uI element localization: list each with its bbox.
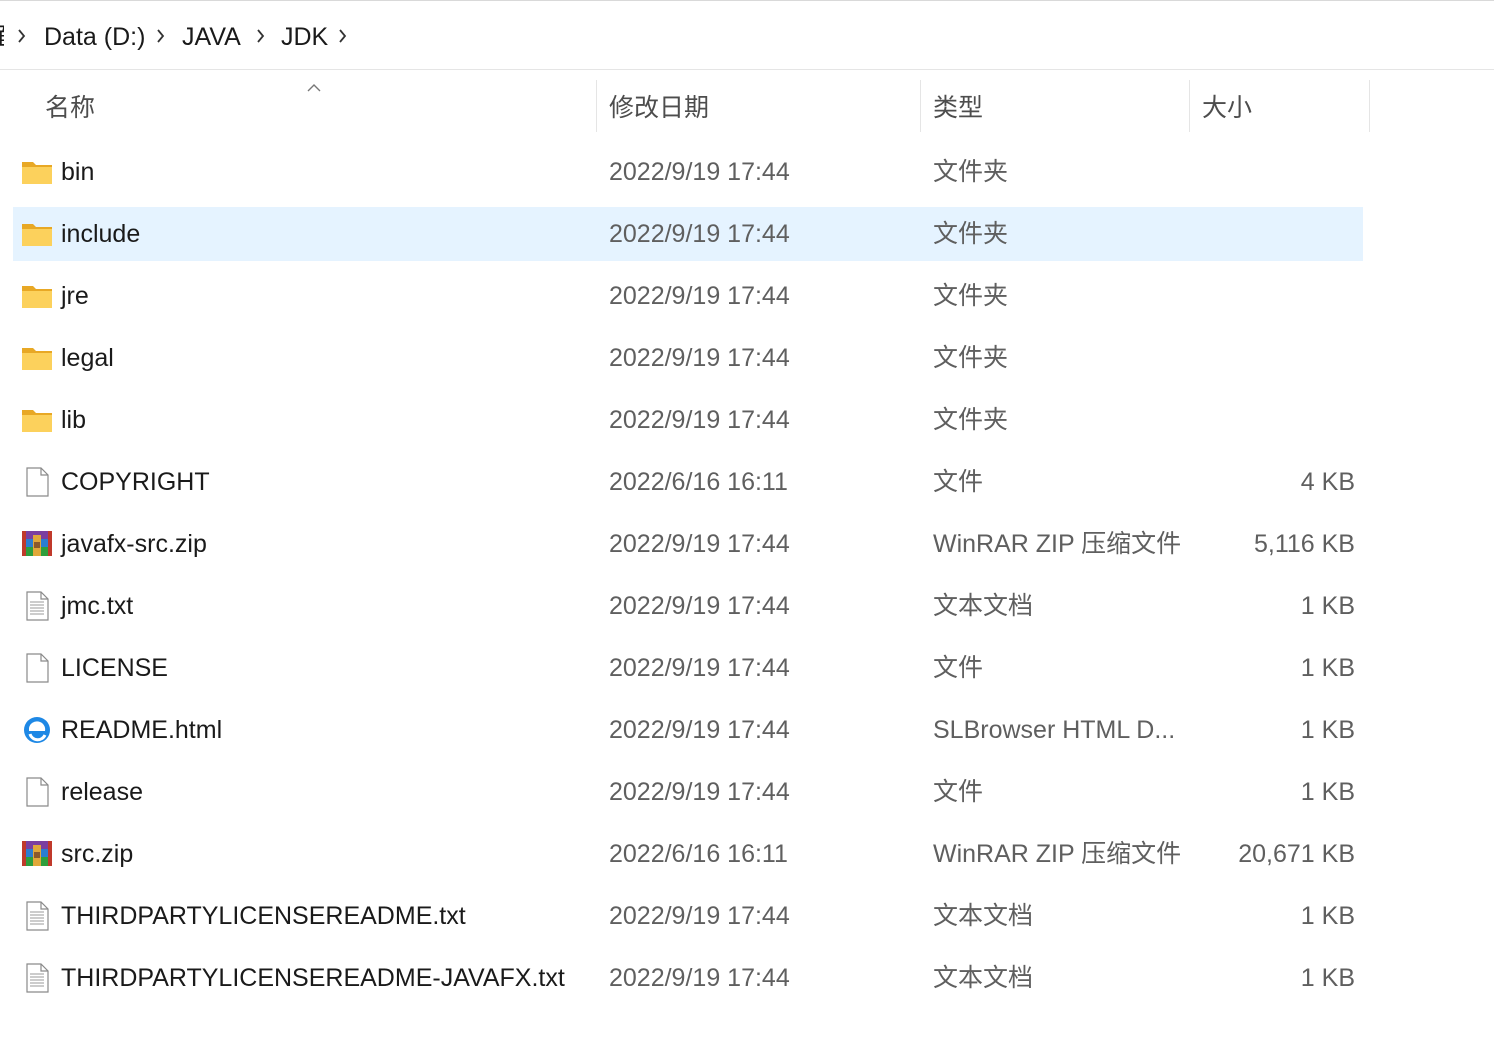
file-size: 1 KB (1300, 592, 1355, 620)
file-name: javafx-src.zip (61, 530, 207, 558)
folder-icon (21, 157, 53, 187)
text-file-icon (21, 901, 53, 931)
file-name: release (61, 778, 143, 806)
column-divider[interactable] (596, 80, 597, 132)
folder-icon (21, 281, 53, 311)
file-modified-date: 2022/9/19 17:44 (609, 592, 790, 620)
text-file-icon (21, 963, 53, 993)
file-name: lib (61, 406, 87, 434)
file-name: THIRDPARTYLICENSEREADME-JAVAFX.txt (61, 964, 565, 992)
file-type: WinRAR ZIP 压缩文件 (933, 530, 1182, 558)
file-modified-date: 2022/9/19 17:44 (609, 220, 790, 248)
breadcrumb: 面 Data (D:) JAVA JDK (0, 1, 1494, 70)
file-size: 1 KB (1300, 716, 1355, 744)
file-row[interactable]: include 2022/9/19 17:44 文件夹 (13, 207, 1363, 261)
file-row[interactable]: javafx-src.zip 2022/9/19 17:44 WinRAR ZIP … (13, 517, 1363, 571)
file-modified-date: 2022/6/16 16:11 (609, 840, 788, 868)
file-row[interactable]: THIRDPARTYLICENSEREADME.txt 2022/9/19 17:… (13, 889, 1363, 943)
file-modified-date: 2022/9/19 17:44 (609, 158, 790, 186)
file-modified-date: 2022/9/19 17:44 (609, 716, 790, 744)
file-modified-date: 2022/9/19 17:44 (609, 778, 790, 806)
file-name: COPYRIGHT (61, 468, 210, 496)
file-row[interactable]: THIRDPARTYLICENSEREADME-JAVAFX.txt 2022/9… (13, 951, 1363, 1005)
file-type: 文件夹 (933, 158, 1009, 186)
column-divider[interactable] (920, 80, 921, 132)
file-size: 1 KB (1300, 778, 1355, 806)
column-header-date[interactable]: 修改日期 (609, 92, 709, 124)
text-file-icon (21, 591, 53, 621)
file-type: 文件夹 (933, 220, 1009, 248)
file-icon (21, 777, 53, 807)
file-name: README.html (61, 716, 223, 744)
column-divider[interactable] (1369, 80, 1370, 132)
file-row[interactable]: README.html 2022/9/19 17:44 SLBrowser HTML… (13, 703, 1363, 757)
chevron-right-icon[interactable] (256, 27, 266, 45)
file-row[interactable]: legal 2022/9/19 17:44 文件夹 (13, 331, 1363, 385)
file-size: 4 KB (1300, 468, 1355, 496)
file-modified-date: 2022/9/19 17:44 (609, 530, 790, 558)
sort-ascending-icon (306, 80, 322, 92)
file-row[interactable]: COPYRIGHT 2022/6/16 16:11 文件 4 KB (13, 455, 1363, 509)
file-row[interactable]: src.zip 2022/6/16 16:11 WinRAR ZIP 压缩文件 20,… (13, 827, 1363, 881)
file-name: THIRDPARTYLICENSEREADME.txt (61, 902, 466, 930)
breadcrumb-item-data-drive[interactable]: Data (D:) (44, 21, 145, 53)
file-modified-date: 2022/9/19 17:44 (609, 902, 790, 930)
file-name: jmc.txt (61, 592, 134, 620)
file-modified-date: 2022/9/19 17:44 (609, 406, 790, 434)
file-type: 文本文档 (933, 964, 1034, 992)
file-modified-date: 2022/9/19 17:44 (609, 964, 790, 992)
file-modified-date: 2022/9/19 17:44 (609, 344, 790, 372)
chevron-right-icon[interactable] (338, 27, 348, 45)
file-type: WinRAR ZIP 压缩文件 (933, 840, 1182, 868)
folder-icon (21, 219, 53, 249)
file-type: 文本文档 (933, 902, 1034, 930)
file-name: jre (61, 282, 89, 310)
file-name: src.zip (61, 840, 134, 868)
file-name: legal (61, 344, 114, 372)
file-type: SLBrowser HTML D... (933, 716, 1176, 744)
file-name: LICENSE (61, 654, 168, 682)
chevron-right-icon[interactable] (156, 27, 166, 45)
file-size: 1 KB (1300, 964, 1355, 992)
file-row[interactable]: release 2022/9/19 17:44 文件 1 KB (13, 765, 1363, 819)
winrar-archive-icon (21, 529, 53, 559)
column-divider[interactable] (1189, 80, 1190, 132)
file-type: 文件 (933, 654, 984, 682)
file-type: 文件 (933, 778, 984, 806)
file-icon (21, 653, 53, 683)
breadcrumb-item-java[interactable]: JAVA (182, 21, 241, 53)
file-type: 文本文档 (933, 592, 1034, 620)
file-name: include (61, 220, 141, 248)
file-type: 文件夹 (933, 406, 1009, 434)
file-size: 1 KB (1300, 902, 1355, 930)
file-type: 文件夹 (933, 282, 1009, 310)
file-type: 文件夹 (933, 344, 1009, 372)
chevron-right-icon[interactable] (17, 27, 27, 45)
file-icon (21, 467, 53, 497)
file-size: 5,116 KB (1253, 530, 1355, 558)
folder-icon (21, 343, 53, 373)
folder-icon (21, 405, 53, 435)
file-modified-date: 2022/9/19 17:44 (609, 282, 790, 310)
file-modified-date: 2022/6/16 16:11 (609, 468, 788, 496)
winrar-archive-icon (21, 839, 53, 869)
file-size: 20,671 KB (1238, 840, 1355, 868)
file-type: 文件 (933, 468, 984, 496)
breadcrumb-item-partial[interactable]: 面 (0, 21, 4, 53)
column-header-type[interactable]: 类型 (933, 92, 983, 124)
file-row[interactable]: LICENSE 2022/9/19 17:44 文件 1 KB (13, 641, 1363, 695)
file-name: bin (61, 158, 95, 186)
file-row[interactable]: jmc.txt 2022/9/19 17:44 文本文档 1 KB (13, 579, 1363, 633)
breadcrumb-item-jdk[interactable]: JDK (281, 21, 328, 53)
file-row[interactable]: lib 2022/9/19 17:44 文件夹 (13, 393, 1363, 447)
column-header-size[interactable]: 大小 (1202, 92, 1252, 124)
file-row[interactable]: bin 2022/9/19 17:44 文件夹 (13, 145, 1363, 199)
file-row[interactable]: jre 2022/9/19 17:44 文件夹 (13, 269, 1363, 323)
file-modified-date: 2022/9/19 17:44 (609, 654, 790, 682)
browser-html-icon (21, 715, 53, 745)
file-size: 1 KB (1300, 654, 1355, 682)
column-header-name[interactable]: 名称 (45, 92, 95, 124)
